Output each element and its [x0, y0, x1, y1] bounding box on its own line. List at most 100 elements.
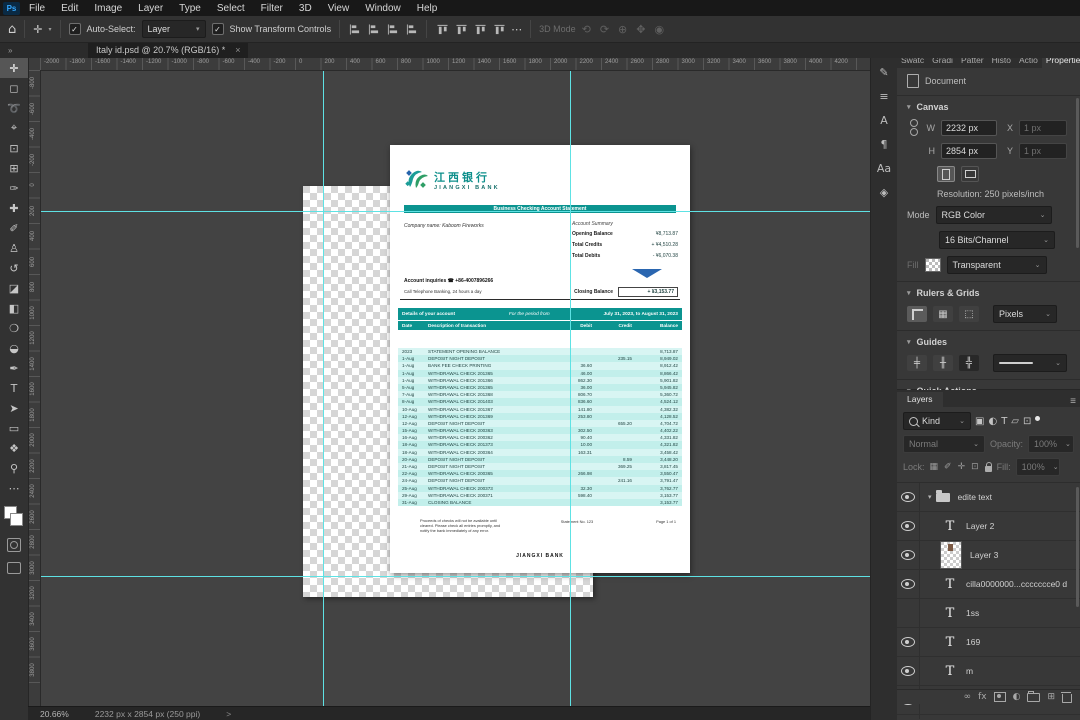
quick-mask-icon[interactable] [7, 538, 21, 552]
menu-select[interactable]: Select [210, 2, 252, 15]
more-options-icon[interactable]: ⋯ [511, 23, 522, 36]
portrait-orientation-button[interactable] [937, 166, 955, 182]
guide-option-button-1[interactable]: ╫ [933, 355, 953, 371]
filter-pixel-layers-icon[interactable]: ▣ [975, 416, 984, 427]
menu-image[interactable]: Image [87, 2, 129, 15]
eyedropper-tool[interactable]: ✑ [0, 178, 28, 198]
layer-row[interactable]: T01.01.1990 [897, 715, 1080, 719]
distribute-vertical-icon[interactable] [493, 23, 505, 35]
layer-visibility-toggle[interactable] [897, 657, 920, 685]
guide-option-button-2[interactable]: ╬ [959, 355, 979, 371]
new-group-icon[interactable] [1027, 690, 1041, 702]
align-top-edges-icon[interactable] [405, 23, 417, 35]
distribute-right-edges-icon[interactable] [474, 23, 486, 35]
paragraph-panel-icon[interactable]: ¶ [871, 132, 897, 156]
status-chevron-icon[interactable]: > [226, 709, 231, 719]
color-mode-dropdown[interactable]: RGB Color ⌄ [935, 206, 1052, 224]
chevron-down-icon[interactable]: ▾ [907, 103, 911, 111]
filter-smart-objects-icon[interactable]: ⊡ [1023, 416, 1031, 427]
layer-visibility-toggle[interactable] [897, 628, 920, 656]
filter-toggle-icon[interactable] [1035, 415, 1041, 421]
layer-row[interactable]: T 169 [897, 628, 1080, 657]
pen-tool[interactable]: ✒ [0, 358, 28, 378]
filter-shape-layers-icon[interactable]: ▱ [1011, 416, 1019, 427]
delete-layer-icon[interactable] [1061, 691, 1072, 703]
canvas-viewport[interactable]: 江西银行 JIANGXI BANK Business Checking Acco… [40, 70, 870, 706]
layer-row[interactable]: Layer 3 [897, 541, 1080, 570]
clone-stamp-tool[interactable]: ♙ [0, 238, 28, 258]
menu-filter[interactable]: Filter [254, 2, 290, 15]
height-field[interactable]: 2854 px [941, 143, 997, 159]
brush-settings-panel-icon[interactable]: ✎ [871, 60, 897, 84]
healing-brush-tool[interactable]: ✚ [0, 198, 28, 218]
layer-row[interactable]: T Layer 2 [897, 512, 1080, 541]
scrollbar[interactable] [1076, 98, 1079, 248]
distribute-left-edges-icon[interactable] [436, 23, 448, 35]
lock-image-pixels-icon[interactable]: ✐ [944, 462, 952, 472]
chevron-down-icon[interactable]: ▾ [48, 26, 51, 33]
new-layer-icon[interactable]: ⊞ [1047, 692, 1055, 702]
layer-visibility-toggle[interactable] [897, 512, 920, 540]
align-right-edges-icon[interactable] [386, 23, 398, 35]
vertical-guide[interactable] [570, 70, 571, 706]
scrollbar[interactable] [1076, 487, 1079, 607]
layer-row[interactable]: Tm [897, 657, 1080, 686]
fill-swatch[interactable] [924, 258, 941, 272]
edit-toolbar-icon[interactable]: ⋯ [0, 478, 28, 498]
layers-panel-menu-icon[interactable]: ≡ [1066, 396, 1080, 407]
dodge-tool[interactable]: ◒ [0, 338, 28, 358]
document-tab[interactable]: Italy id.psd @ 20.7% (RGB/16) * × [88, 42, 249, 58]
group-expand-icon[interactable]: ▾ [928, 493, 932, 501]
marquee-tool[interactable]: ◻ [0, 78, 28, 98]
guide-style-dropdown[interactable]: ⌄ [993, 354, 1067, 372]
layers-panel-tab[interactable]: Layers [897, 392, 943, 407]
lasso-tool[interactable]: ➰ [0, 98, 28, 118]
layer-mask-icon[interactable] [993, 692, 1006, 702]
auto-select-target-dropdown[interactable]: Layer ▾ [141, 20, 206, 38]
horizontal-guide[interactable] [40, 576, 870, 577]
align-left-edges-icon[interactable] [348, 23, 360, 35]
glyphs-panel-icon[interactable]: Aa [871, 156, 897, 180]
fill-dropdown[interactable]: Transparent ⌄ [946, 256, 1047, 274]
y-field[interactable]: 1 px [1019, 143, 1067, 159]
frame-tool[interactable]: ⊞ [0, 158, 28, 178]
brush-tool[interactable]: ✐ [0, 218, 28, 238]
landscape-orientation-button[interactable] [961, 166, 979, 182]
menu-file[interactable]: File [22, 2, 52, 15]
horizontal-guide[interactable] [40, 211, 870, 212]
filter-type-layers-icon[interactable]: T [1001, 416, 1007, 427]
menu-edit[interactable]: Edit [54, 2, 85, 15]
lock-artboard-icon[interactable]: ⊡ [971, 462, 979, 472]
color-swatches[interactable] [4, 506, 24, 528]
history-brush-tool[interactable]: ↺ [0, 258, 28, 278]
x-field[interactable]: 1 px [1019, 119, 1067, 136]
lock-transparent-pixels-icon[interactable]: ▦ [930, 462, 939, 472]
character-panel-icon[interactable]: A [871, 108, 897, 132]
layer-visibility-toggle[interactable] [897, 599, 920, 627]
mixer-brush-tool[interactable]: ❖ [0, 438, 28, 458]
link-dimensions-icon[interactable] [909, 119, 919, 136]
blend-mode-dropdown[interactable]: Normal ⌄ [903, 435, 985, 453]
toggle-snap-button[interactable]: ⬚ [959, 306, 979, 322]
layer-visibility-toggle[interactable] [897, 483, 920, 511]
menu-type[interactable]: Type [172, 2, 208, 15]
vertical-ruler[interactable]: -800 -600 -400 -200 0 200 400 600 800 1000 1200 140… [28, 70, 41, 706]
bit-depth-dropdown[interactable]: 16 Bits/Channel ⌄ [939, 231, 1055, 249]
width-field[interactable]: 2232 px [941, 119, 997, 136]
units-dropdown[interactable]: Pixels ⌄ [993, 305, 1057, 323]
toggle-rulers-button[interactable] [907, 306, 927, 322]
show-transform-checkbox[interactable]: ✓ [211, 23, 224, 35]
menu-help[interactable]: Help [410, 2, 445, 15]
close-tab-icon[interactable]: × [235, 45, 240, 55]
screen-mode-icon[interactable] [7, 562, 21, 574]
object-selection-tool[interactable]: ⌖ [0, 118, 28, 138]
align-horizontal-centers-icon[interactable] [367, 23, 379, 35]
gradient-tool[interactable]: ◧ [0, 298, 28, 318]
layer-style-icon[interactable]: fx [978, 692, 987, 702]
move-tool-icon[interactable]: ✛ [33, 23, 42, 36]
menu-view[interactable]: View [321, 2, 357, 15]
auto-select-checkbox[interactable]: ✓ [68, 23, 81, 35]
layer-visibility-toggle[interactable] [897, 715, 920, 719]
vertical-guide[interactable] [323, 70, 324, 706]
layer-fill-field[interactable]: 100% ⌄ [1015, 458, 1060, 476]
